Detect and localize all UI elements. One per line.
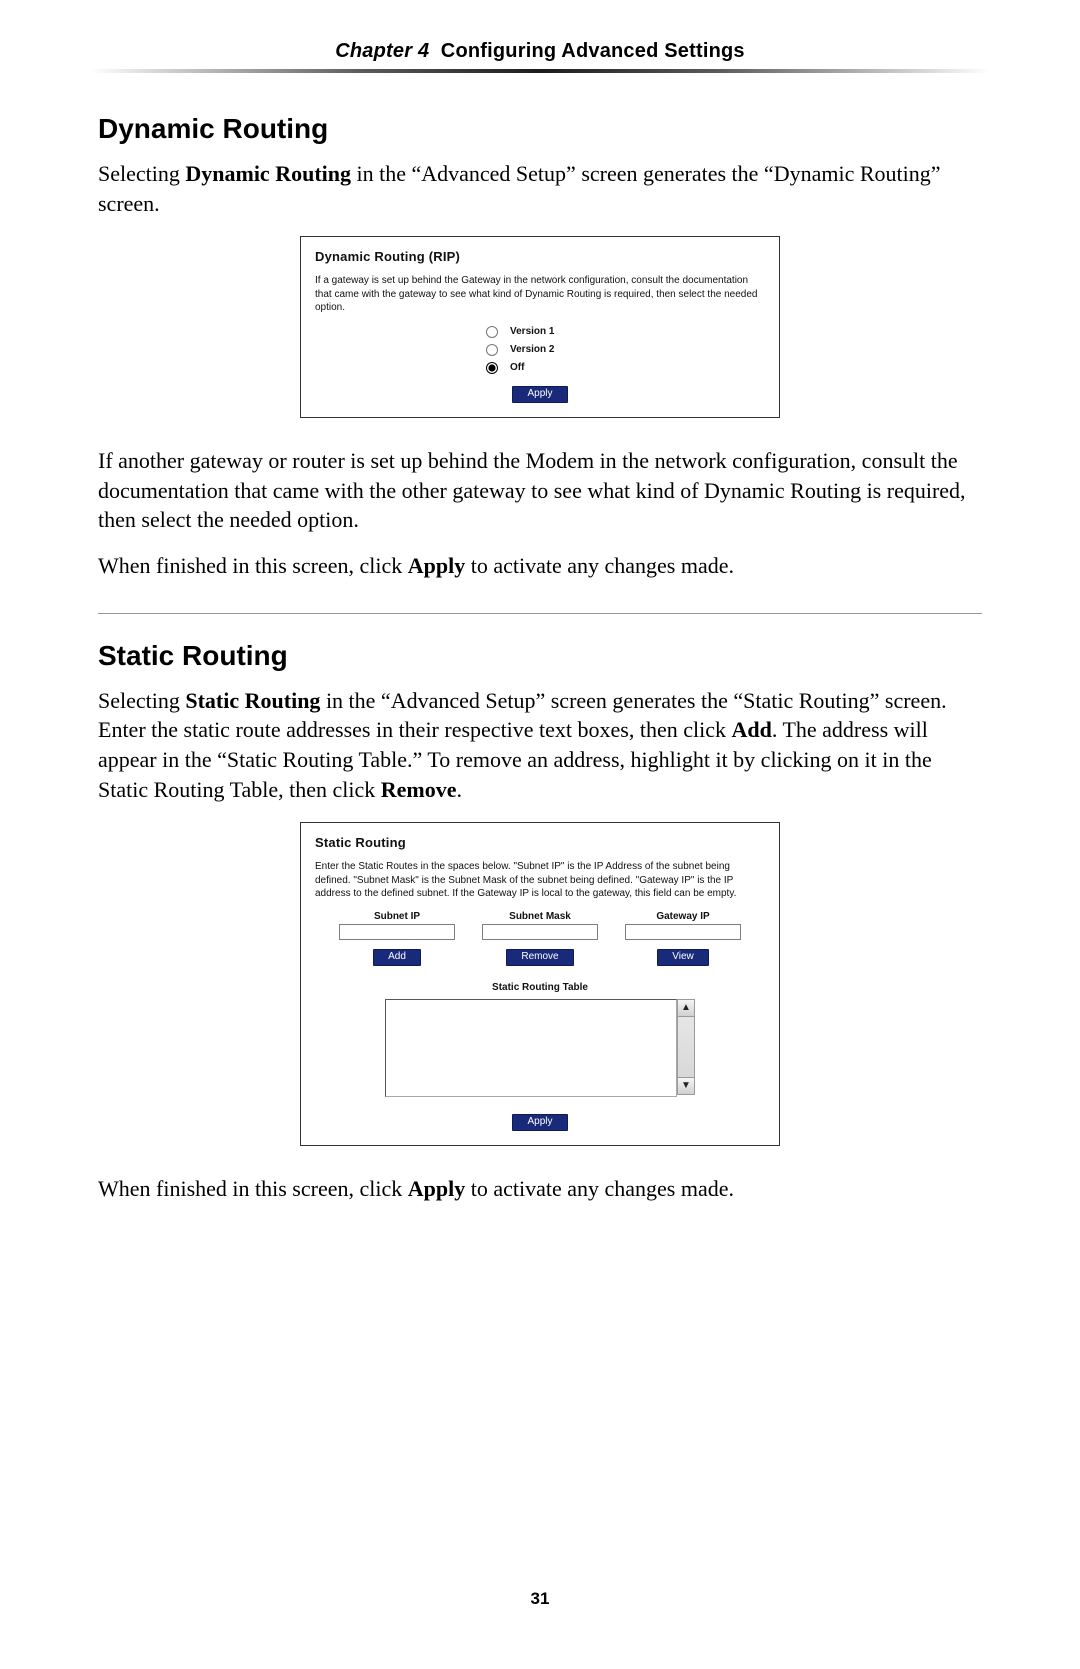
header-rule	[90, 69, 990, 73]
routing-table-wrap: ▲ ▼	[315, 999, 765, 1097]
radio-input-version-2[interactable]	[486, 344, 498, 356]
section-divider	[98, 613, 982, 614]
page-number: 31	[0, 1589, 1080, 1609]
dynamic-routing-after: If another gateway or router is set up b…	[98, 446, 982, 535]
panel-dynamic-routing: Dynamic Routing (RIP) If a gateway is se…	[300, 236, 780, 418]
radio-label: Off	[510, 362, 524, 373]
text: Selecting	[98, 688, 185, 713]
scroll-down-icon[interactable]: ▼	[678, 1077, 694, 1094]
routing-table-listbox[interactable]	[385, 999, 677, 1097]
apply-button[interactable]: Apply	[512, 1114, 567, 1131]
running-head: Chapter 4 Configuring Advanced Settings	[90, 40, 990, 63]
radio-input-off[interactable]	[486, 362, 498, 374]
text: When finished in this screen, click	[98, 553, 408, 578]
radio-input-version-1[interactable]	[486, 326, 498, 338]
col-subnet-ip: Subnet IP Add	[327, 911, 467, 967]
add-button[interactable]: Add	[373, 949, 421, 966]
text: to activate any changes made.	[465, 1176, 734, 1201]
content: Dynamic Routing Selecting Dynamic Routin…	[90, 113, 990, 1204]
radio-label: Version 1	[510, 326, 554, 337]
heading-dynamic-routing: Dynamic Routing	[98, 113, 982, 145]
input-columns: Subnet IP Add Subnet Mask Remove Gateway…	[315, 911, 765, 967]
heading-static-routing: Static Routing	[98, 640, 982, 672]
static-routing-intro: Selecting Static Routing in the “Advance…	[98, 686, 982, 805]
apply-button[interactable]: Apply	[512, 386, 567, 403]
text: Selecting	[98, 161, 185, 186]
panel-description: If a gateway is set up behind the Gatewa…	[315, 274, 765, 315]
radio-label: Version 2	[510, 344, 554, 355]
text-bold: Static Routing	[185, 688, 320, 713]
routing-table-caption: Static Routing Table	[315, 982, 765, 993]
text: to activate any changes made.	[465, 553, 734, 578]
radio-version-1[interactable]: Version 1	[430, 323, 650, 341]
text-bold: Remove	[381, 777, 457, 802]
text-bold: Apply	[408, 1176, 465, 1201]
panel-title: Dynamic Routing (RIP)	[315, 249, 765, 264]
panel-title: Static Routing	[315, 835, 765, 850]
scrollbar[interactable]: ▲ ▼	[677, 999, 695, 1095]
gateway-ip-input[interactable]	[625, 924, 741, 940]
column-header: Subnet Mask	[470, 911, 610, 922]
page: Chapter 4 Configuring Advanced Settings …	[0, 0, 1080, 1669]
dynamic-routing-intro: Selecting Dynamic Routing in the “Advanc…	[98, 159, 982, 218]
column-header: Subnet IP	[327, 911, 467, 922]
dynamic-routing-finish: When finished in this screen, click Appl…	[98, 551, 982, 581]
chapter-number: Chapter 4	[335, 40, 429, 62]
text: When finished in this screen, click	[98, 1176, 408, 1201]
col-gateway-ip: Gateway IP View	[613, 911, 753, 967]
radio-off[interactable]: Off	[430, 359, 650, 377]
subnet-ip-input[interactable]	[339, 924, 455, 940]
radio-version-2[interactable]: Version 2	[430, 341, 650, 359]
view-button[interactable]: View	[657, 949, 709, 966]
static-routing-finish: When finished in this screen, click Appl…	[98, 1174, 982, 1204]
panel-description: Enter the Static Routes in the spaces be…	[315, 860, 765, 901]
chapter-title: Configuring Advanced Settings	[441, 40, 745, 62]
remove-button[interactable]: Remove	[506, 949, 573, 966]
column-header: Gateway IP	[613, 911, 753, 922]
col-subnet-mask: Subnet Mask Remove	[470, 911, 610, 967]
panel-static-routing: Static Routing Enter the Static Routes i…	[300, 822, 780, 1146]
subnet-mask-input[interactable]	[482, 924, 598, 940]
scroll-up-icon[interactable]: ▲	[678, 1000, 694, 1017]
radio-group: Version 1 Version 2 Off	[430, 323, 650, 377]
text-bold: Apply	[408, 553, 465, 578]
text-bold: Dynamic Routing	[185, 161, 351, 186]
text-bold: Add	[732, 717, 772, 742]
text: .	[457, 777, 463, 802]
